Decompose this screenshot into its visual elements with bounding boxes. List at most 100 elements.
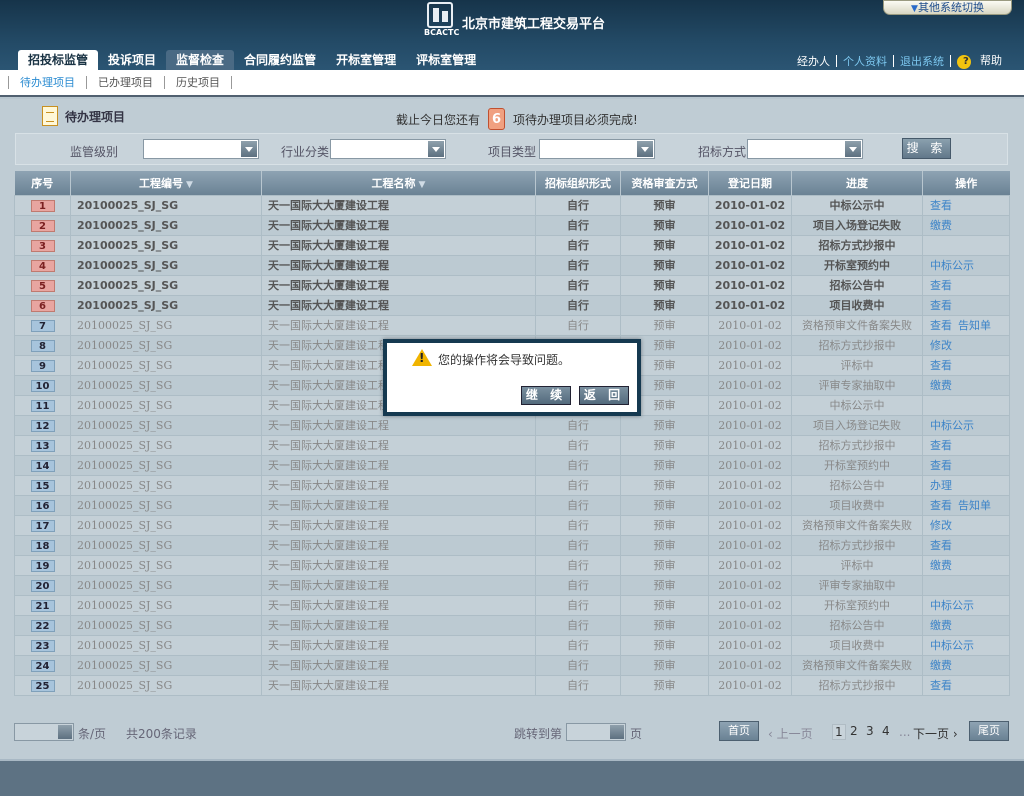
register-date: 2010-01-02: [708, 594, 792, 616]
level-select[interactable]: [143, 139, 259, 159]
action-link[interactable]: 缴费: [930, 619, 952, 632]
action-link[interactable]: 修改: [930, 339, 952, 352]
table-row[interactable]: 18 20100025_SJ_SG 天一国际大大厦建设工程 自行 预审 2010-01-0…: [14, 534, 1010, 556]
method-select[interactable]: [747, 139, 863, 159]
table-row[interactable]: 17 20100025_SJ_SG 天一国际大大厦建设工程 自行 预审 2010-01-0…: [14, 514, 1010, 536]
page-size-select[interactable]: [14, 723, 74, 741]
action-link[interactable]: 查看: [930, 459, 952, 472]
page-3[interactable]: 3: [866, 724, 874, 738]
progress-status: 评审专家抽取中: [791, 574, 923, 596]
action-link[interactable]: 查看: [930, 539, 952, 552]
nav-item[interactable]: 开标室管理: [326, 50, 406, 70]
row-number-cell: 16: [14, 494, 71, 516]
type-select[interactable]: [539, 139, 655, 159]
table-row[interactable]: 1 20100025_SJ_SG 天一国际大大厦建设工程 自行 预审 2010-01-02…: [14, 194, 1010, 216]
register-date: 2010-01-02: [708, 434, 792, 456]
action-link[interactable]: 中标公示: [930, 599, 974, 612]
table-row[interactable]: 6 20100025_SJ_SG 天一国际大大厦建设工程 自行 预审 2010-01-02…: [14, 294, 1010, 316]
nav-item[interactable]: 评标室管理: [406, 50, 486, 70]
help-link[interactable]: ? 帮助: [951, 52, 1014, 69]
col-date[interactable]: 登记日期: [708, 171, 792, 195]
table-row[interactable]: 23 20100025_SJ_SG 天一国际大大厦建设工程 自行 预审 2010-01-0…: [14, 634, 1010, 656]
action-link[interactable]: 缴费: [930, 219, 952, 232]
org-form: 自行: [535, 554, 621, 576]
col-no[interactable]: 序号: [14, 171, 71, 195]
nav-item[interactable]: 投诉项目: [98, 50, 166, 70]
action-link[interactable]: 查看: [930, 359, 952, 372]
action-link[interactable]: 查看: [930, 319, 952, 332]
table-row[interactable]: 24 20100025_SJ_SG 天一国际大大厦建设工程 自行 预审 2010-01-0…: [14, 654, 1010, 676]
row-number-badge: 6: [30, 299, 55, 312]
row-number-cell: 3: [14, 234, 71, 256]
register-date: 2010-01-02: [708, 214, 792, 236]
action-link[interactable]: 查看: [930, 679, 952, 692]
row-number-badge: 4: [30, 259, 55, 272]
system-switch-button[interactable]: ▼其他系统切换: [883, 0, 1012, 15]
col-review[interactable]: 资格审查方式: [620, 171, 709, 195]
action-link[interactable]: 中标公示: [930, 259, 974, 272]
table-row[interactable]: 5 20100025_SJ_SG 天一国际大大厦建设工程 自行 预审 2010-01-02…: [14, 274, 1010, 296]
table-row[interactable]: 20 20100025_SJ_SG 天一国际大大厦建设工程 自行 预审 2010-01-0…: [14, 574, 1010, 596]
prev-page-link[interactable]: ‹ 上一页: [768, 725, 813, 742]
review-method: 预审: [620, 314, 709, 336]
action-link[interactable]: 查看: [930, 279, 952, 292]
industry-select[interactable]: [330, 139, 446, 159]
table-row[interactable]: 25 20100025_SJ_SG 天一国际大大厦建设工程 自行 预审 2010-01-0…: [14, 674, 1010, 696]
table-row[interactable]: 12 20100025_SJ_SG 天一国际大大厦建设工程 自行 预审 2010-01-0…: [14, 414, 1010, 436]
review-method: 预审: [620, 594, 709, 616]
register-date: 2010-01-02: [708, 574, 792, 596]
table-row[interactable]: 14 20100025_SJ_SG 天一国际大大厦建设工程 自行 预审 2010-01-0…: [14, 454, 1010, 476]
nav-item[interactable]: 合同履约监管: [234, 50, 326, 70]
org-form: 自行: [535, 454, 621, 476]
page-1[interactable]: 1: [832, 724, 846, 740]
logout-link[interactable]: 退出系统: [894, 53, 950, 69]
profile-link[interactable]: 个人资料: [837, 53, 893, 69]
col-progress[interactable]: 进度: [791, 171, 923, 195]
action-link[interactable]: 缴费: [930, 559, 952, 572]
last-page-button[interactable]: 尾页: [969, 721, 1009, 741]
col-name[interactable]: 工程名称 ▼: [261, 171, 536, 195]
action-link[interactable]: 查看: [930, 299, 952, 312]
project-name: 天一国际大大厦建设工程: [261, 674, 536, 696]
action-link[interactable]: 中标公示: [930, 639, 974, 652]
table-row[interactable]: 22 20100025_SJ_SG 天一国际大大厦建设工程 自行 预审 2010-01-0…: [14, 614, 1010, 636]
action-link[interactable]: 告知单: [958, 319, 991, 332]
jump-page-select[interactable]: [566, 723, 626, 741]
nav-item[interactable]: 监督检查: [166, 50, 235, 70]
action-link[interactable]: 中标公示: [930, 419, 974, 432]
table-row[interactable]: 3 20100025_SJ_SG 天一国际大大厦建设工程 自行 预审 2010-01-02…: [14, 234, 1010, 256]
first-page-button[interactable]: 首页: [719, 721, 759, 741]
action-link[interactable]: 查看: [930, 199, 952, 212]
table-row[interactable]: 19 20100025_SJ_SG 天一国际大大厦建设工程 自行 预审 2010-01-0…: [14, 554, 1010, 576]
table-row[interactable]: 7 20100025_SJ_SG 天一国际大大厦建设工程 自行 预审 2010-01-02…: [14, 314, 1010, 336]
action-link[interactable]: 缴费: [930, 379, 952, 392]
action-link[interactable]: 查看: [930, 439, 952, 452]
action-link[interactable]: 缴费: [930, 659, 952, 672]
continue-button[interactable]: 继 续: [521, 386, 571, 405]
col-org[interactable]: 招标组织形式: [535, 171, 621, 195]
page-2[interactable]: 2: [850, 724, 858, 738]
row-number-cell: 25: [14, 674, 71, 696]
action-link[interactable]: 告知单: [958, 499, 991, 512]
search-button[interactable]: 搜 索: [902, 138, 951, 159]
subnav-history[interactable]: 历史项目: [164, 76, 232, 89]
org-form: 自行: [535, 434, 621, 456]
table-row[interactable]: 21 20100025_SJ_SG 天一国际大大厦建设工程 自行 预审 2010-01-0…: [14, 594, 1010, 616]
subnav-done[interactable]: 已办理项目: [86, 76, 164, 89]
table-row[interactable]: 13 20100025_SJ_SG 天一国际大大厦建设工程 自行 预审 2010-01-0…: [14, 434, 1010, 456]
table-row[interactable]: 4 20100025_SJ_SG 天一国际大大厦建设工程 自行 预审 2010-01-02…: [14, 254, 1010, 276]
table-row[interactable]: 15 20100025_SJ_SG 天一国际大大厦建设工程 自行 预审 2010-01-0…: [14, 474, 1010, 496]
action-link[interactable]: 修改: [930, 519, 952, 532]
nav-item[interactable]: 招投标监管: [18, 50, 99, 70]
row-number-cell: 24: [14, 654, 71, 676]
table-row[interactable]: 2 20100025_SJ_SG 天一国际大大厦建设工程 自行 预审 2010-01-02…: [14, 214, 1010, 236]
action-link[interactable]: 办理: [930, 479, 952, 492]
page-4[interactable]: 4: [882, 724, 890, 738]
table-row[interactable]: 16 20100025_SJ_SG 天一国际大大厦建设工程 自行 预审 2010-01-0…: [14, 494, 1010, 516]
col-code[interactable]: 工程编号 ▼: [70, 171, 262, 195]
back-button[interactable]: 返 回: [579, 386, 629, 405]
org-form: 自行: [535, 234, 621, 256]
subnav-pending[interactable]: 待办理项目: [8, 76, 86, 89]
next-page-link[interactable]: 下一页 ›: [913, 725, 958, 742]
action-link[interactable]: 查看: [930, 499, 952, 512]
